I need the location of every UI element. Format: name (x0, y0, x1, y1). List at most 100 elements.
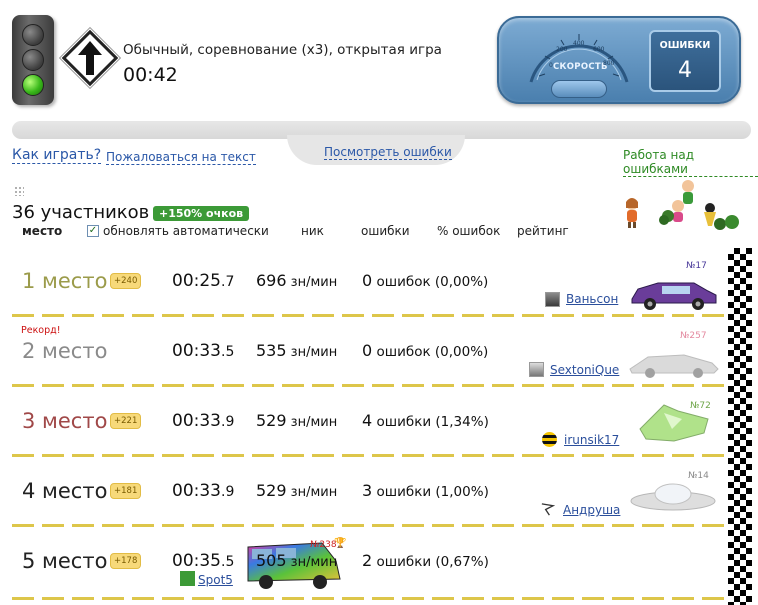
place-label: 5 место (22, 549, 108, 573)
traffic-light (12, 15, 54, 105)
time-main: 00:25 (172, 271, 221, 291)
time-fraction: .5 (221, 344, 235, 360)
speed-unit: зн/мин (286, 555, 338, 570)
record-label: Рекорд! (21, 325, 61, 336)
typing-speed: 696 зн/мин (256, 271, 337, 290)
report-text-link[interactable]: Пожаловаться на текст (106, 150, 256, 165)
place-label: 3 место (22, 409, 108, 433)
place-label: 2 место (22, 339, 108, 363)
rank-label: №238 (310, 540, 337, 550)
typing-speed: 529 зн/мин (256, 411, 337, 430)
typing-speed: 529 зн/мин (256, 481, 337, 500)
avatar-icon[interactable] (540, 502, 555, 517)
speed-unit: зн/мин (286, 345, 338, 360)
mascots-illustration (626, 180, 739, 230)
speed-value: 529 (256, 481, 287, 500)
rank-label: №257 (680, 331, 707, 341)
time-fraction: .9 (221, 484, 235, 500)
speed-unit: зн/мин (286, 485, 338, 500)
dots-icon (14, 186, 24, 196)
traffic-lamp-red (22, 24, 44, 46)
errors-label: ОШИБКИ (659, 40, 711, 51)
speed-knob (551, 80, 607, 98)
avatar[interactable] (180, 571, 195, 586)
errors-summary: 3 ошибки (1,00%) (362, 481, 489, 500)
game-title: Обычный, соревнование (x3), открытая игр… (123, 42, 442, 58)
avatar[interactable] (545, 292, 560, 307)
result-row-2: Рекорд! 2 место 00:33.5 535 зн/мин 0 оши… (12, 317, 728, 387)
column-place: место (22, 224, 63, 238)
points-badge: +178 (110, 553, 142, 569)
bonus-badge: +150% очков (153, 206, 250, 221)
speed-value: 696 (256, 271, 287, 290)
speed-dashboard: 0 200 400 600 800 СКОРОСТЬ ОШИБКИ 4 (497, 16, 741, 104)
place-label: 4 место (22, 479, 108, 503)
nick-link[interactable]: Андруша (563, 503, 620, 517)
auto-update-checkbox[interactable]: ✓ (87, 225, 99, 237)
errors-counter: ОШИБКИ 4 (649, 30, 721, 92)
auto-update-label[interactable]: обновлять автоматически (103, 224, 269, 238)
speed-value: 535 (256, 341, 287, 360)
traffic-lamp-yellow (22, 49, 44, 71)
errors-count: 0 (362, 341, 373, 360)
errors-text: ошибок (0,00%) (372, 344, 489, 360)
work-on-errors-link[interactable]: Работа над ошибками (623, 148, 758, 177)
points-badge: +240 (110, 273, 142, 289)
result-row-5: 5 место +178 00:35.5 505 зн/мин 2 ошибки… (12, 527, 728, 600)
column-error-percent: % ошибок (437, 224, 501, 238)
errors-text: ошибки (1,34%) (372, 414, 489, 430)
traffic-lamp-green (22, 74, 44, 96)
dial-tick-400: 400 (573, 40, 585, 47)
time-fraction: .7 (221, 274, 235, 290)
errors-summary: 2 ошибки (0,67%) (362, 551, 489, 570)
errors-summary: 0 ошибок (0,00%) (362, 341, 488, 360)
typing-speed: 535 зн/мин (256, 341, 337, 360)
mascot-girl (626, 198, 638, 228)
errors-text: ошибки (1,00%) (372, 484, 489, 500)
time-main: 00:35 (172, 551, 221, 571)
car-icon (639, 404, 709, 442)
speed-value: 505 (256, 551, 287, 570)
beeline-avatar-icon[interactable] (542, 432, 557, 447)
view-errors-link[interactable]: Посмотреть ошибки (324, 145, 452, 160)
participants-count: 36 участников (12, 202, 150, 223)
errors-text: ошибки (0,67%) (372, 554, 489, 570)
nick-link[interactable]: SextoniQue (550, 363, 619, 377)
race-time: 00:33.9 (172, 481, 234, 501)
result-row-4: 4 место +181 00:33.9 529 зн/мин 3 ошибки… (12, 457, 728, 527)
errors-value: 4 (678, 58, 692, 83)
how-to-play-link[interactable]: Как играть? (12, 147, 102, 164)
points-badge: +181 (110, 483, 142, 499)
avatar[interactable] (529, 362, 544, 377)
race-time: 00:25.7 (172, 271, 234, 291)
nick-link[interactable]: Ваньсон (566, 292, 618, 306)
errors-count: 4 (362, 411, 373, 430)
time-main: 00:33 (172, 411, 221, 431)
errors-count: 0 (362, 271, 373, 290)
typing-speed: 505 зн/мин (256, 551, 337, 570)
nick-link[interactable]: Spot5 (198, 573, 233, 587)
dial-tick-600: 600 (593, 46, 605, 53)
errors-summary: 0 ошибок (0,00%) (362, 271, 488, 290)
column-nick: ник (301, 224, 324, 238)
time-main: 00:33 (172, 341, 221, 361)
speed-unit: зн/мин (286, 415, 338, 430)
mascot-group (659, 180, 739, 230)
arrow-up-icon (78, 41, 102, 75)
rank-label: №17 (686, 261, 707, 271)
errors-count: 2 (362, 551, 373, 570)
result-row-1: 1 место +240 00:25.7 696 зн/мин 0 ошибок… (12, 247, 728, 317)
time-main: 00:33 (172, 481, 221, 501)
errors-count: 3 (362, 481, 373, 500)
car-icon (631, 282, 717, 310)
nick-link[interactable]: irunsik17 (564, 433, 619, 447)
speed-label: СКОРОСТЬ (553, 62, 608, 72)
result-row-3: 3 место +221 00:33.9 529 зн/мин 4 ошибки… (12, 387, 728, 457)
points-badge: +221 (110, 413, 142, 429)
row-separator (12, 597, 728, 600)
ufo-icon (630, 483, 716, 511)
column-rating: рейтинг (517, 224, 569, 238)
speed-value: 529 (256, 411, 287, 430)
place-label: 1 место (22, 269, 108, 293)
race-time: 00:35.5 (172, 551, 234, 571)
